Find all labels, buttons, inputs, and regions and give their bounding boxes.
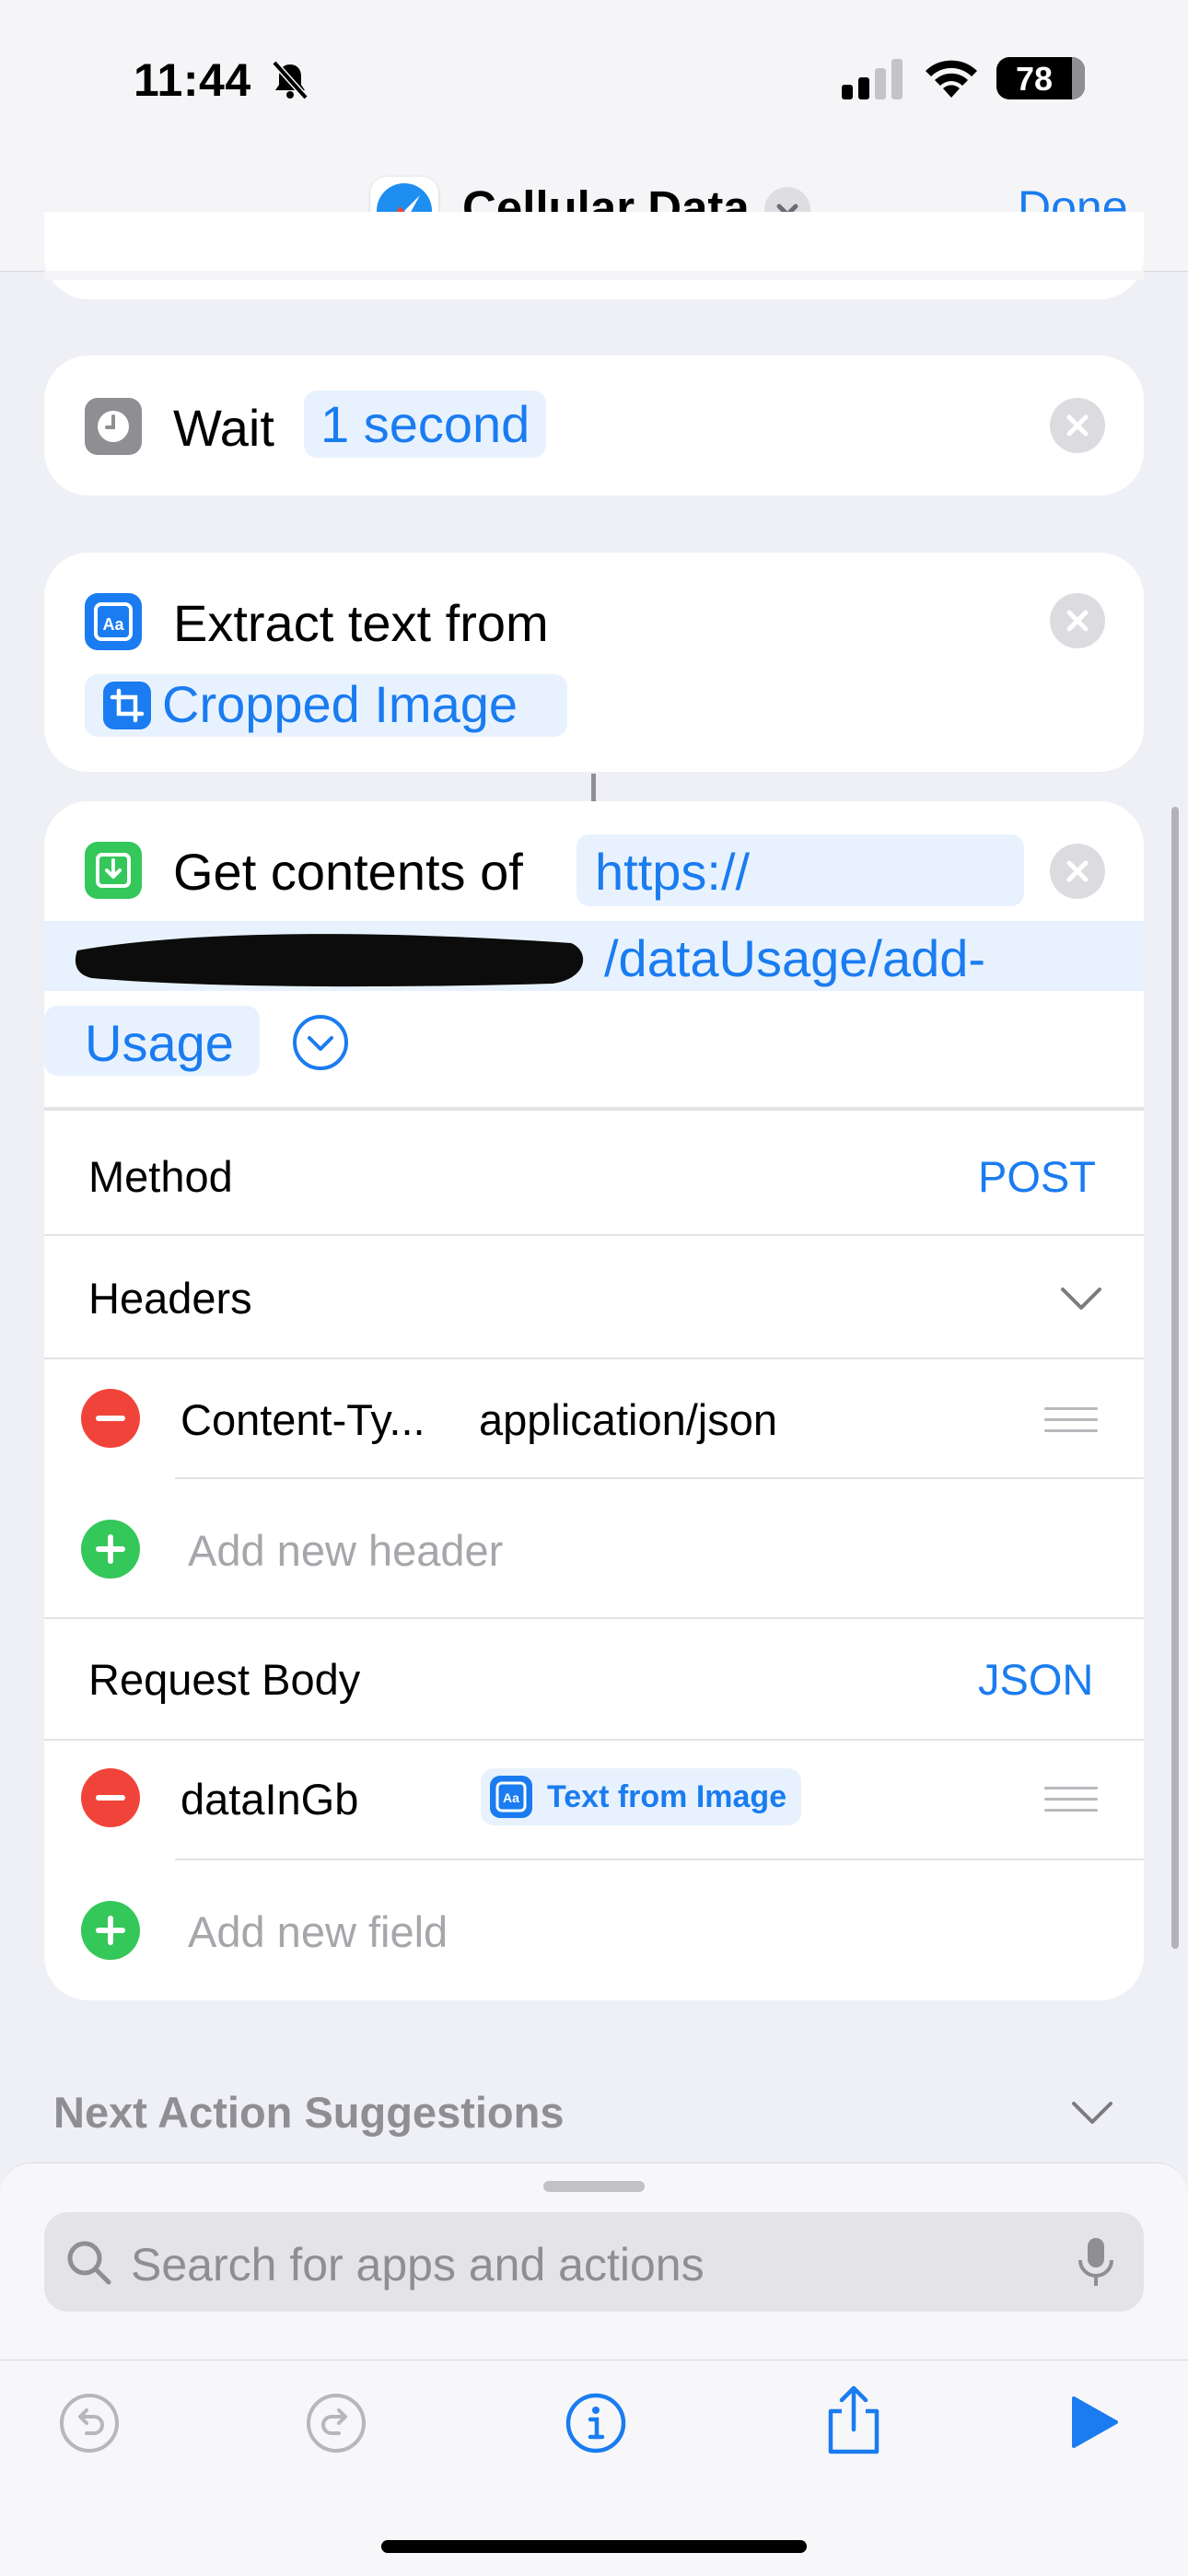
extract-text-action-card[interactable] xyxy=(44,553,1144,772)
clock-icon xyxy=(85,398,142,455)
battery-icon: 78 xyxy=(996,57,1085,99)
divider xyxy=(175,1859,1144,1860)
drag-handle-icon[interactable] xyxy=(1044,1787,1098,1813)
expand-options-icon[interactable] xyxy=(291,1013,350,1077)
add-header-field[interactable]: Add new header xyxy=(188,1525,503,1576)
card-top-cover xyxy=(44,271,1144,280)
search-icon xyxy=(64,2238,114,2292)
home-indicator xyxy=(381,2540,807,2553)
url-line-2: /dataUsage/add- xyxy=(604,929,986,987)
remove-get-contents-button[interactable] xyxy=(1050,844,1105,899)
wifi-icon xyxy=(923,57,980,104)
redacted-scribble xyxy=(74,923,599,993)
remove-header-button[interactable] xyxy=(81,1389,140,1448)
cropped-image-label: Cropped Image xyxy=(162,675,518,733)
redo-icon[interactable] xyxy=(304,2391,368,2460)
remove-extract-button[interactable] xyxy=(1050,593,1105,648)
field-key[interactable]: dataInGb xyxy=(181,1774,358,1824)
svg-text:Aa: Aa xyxy=(102,615,124,634)
cellular-signal-icon xyxy=(840,57,906,106)
scrollbar[interactable] xyxy=(1171,807,1179,1949)
text-recognition-icon: Aa xyxy=(85,593,142,650)
previous-action-card xyxy=(44,212,1144,299)
silent-mode-icon xyxy=(269,59,311,106)
add-header-button[interactable] xyxy=(81,1520,140,1579)
divider xyxy=(44,1358,1144,1359)
text-recognition-icon: Aa xyxy=(490,1776,532,1818)
remove-wait-button[interactable] xyxy=(1050,398,1105,453)
battery-cap xyxy=(1076,70,1082,87)
divider xyxy=(44,1234,1144,1236)
chevron-down-icon[interactable] xyxy=(1059,1282,1103,1320)
status-time: 11:44 xyxy=(134,54,251,106)
mic-icon[interactable] xyxy=(1076,2234,1116,2294)
extract-label: Extract text from xyxy=(173,594,549,652)
divider xyxy=(44,1107,1144,1111)
request-body-type[interactable]: JSON xyxy=(978,1654,1093,1705)
add-field-button[interactable] xyxy=(81,1901,140,1960)
search-input[interactable]: Search for apps and actions xyxy=(131,2238,705,2291)
url-line-3: Usage xyxy=(85,1014,234,1072)
get-contents-label: Get contents of xyxy=(173,843,523,901)
url-line-1: https:// xyxy=(595,843,751,901)
headers-label: Headers xyxy=(88,1274,252,1323)
download-icon xyxy=(85,842,142,899)
crop-icon xyxy=(103,682,151,729)
divider xyxy=(44,1739,1144,1741)
next-action-suggestions-header[interactable]: Next Action Suggestions xyxy=(53,2087,564,2138)
play-icon[interactable] xyxy=(1066,2393,1122,2456)
divider xyxy=(175,1477,1144,1479)
method-label: Method xyxy=(88,1152,233,1201)
add-field-input[interactable]: Add new field xyxy=(188,1906,448,1957)
connector-line xyxy=(591,774,596,801)
undo-icon[interactable] xyxy=(57,2391,122,2460)
request-body-label: Request Body xyxy=(88,1655,361,1704)
wait-label: Wait xyxy=(173,399,274,457)
header-value[interactable]: application/json xyxy=(479,1394,777,1445)
header-key[interactable]: Content-Ty... xyxy=(181,1394,425,1445)
share-icon[interactable] xyxy=(821,2384,886,2462)
method-value[interactable]: POST xyxy=(978,1151,1096,1202)
wait-duration-token[interactable]: 1 second xyxy=(304,390,547,458)
remove-field-button[interactable] xyxy=(81,1768,140,1827)
drag-handle-icon[interactable] xyxy=(1044,1407,1098,1433)
divider xyxy=(44,1617,1144,1619)
field-value-label: Text from Image xyxy=(547,1779,787,1814)
chevron-down-icon[interactable] xyxy=(1070,2096,1114,2134)
battery-level: 78 xyxy=(1015,60,1054,98)
sheet-grabber[interactable] xyxy=(543,2181,645,2192)
svg-text:Aa: Aa xyxy=(503,1790,519,1805)
info-icon[interactable] xyxy=(564,2391,628,2460)
